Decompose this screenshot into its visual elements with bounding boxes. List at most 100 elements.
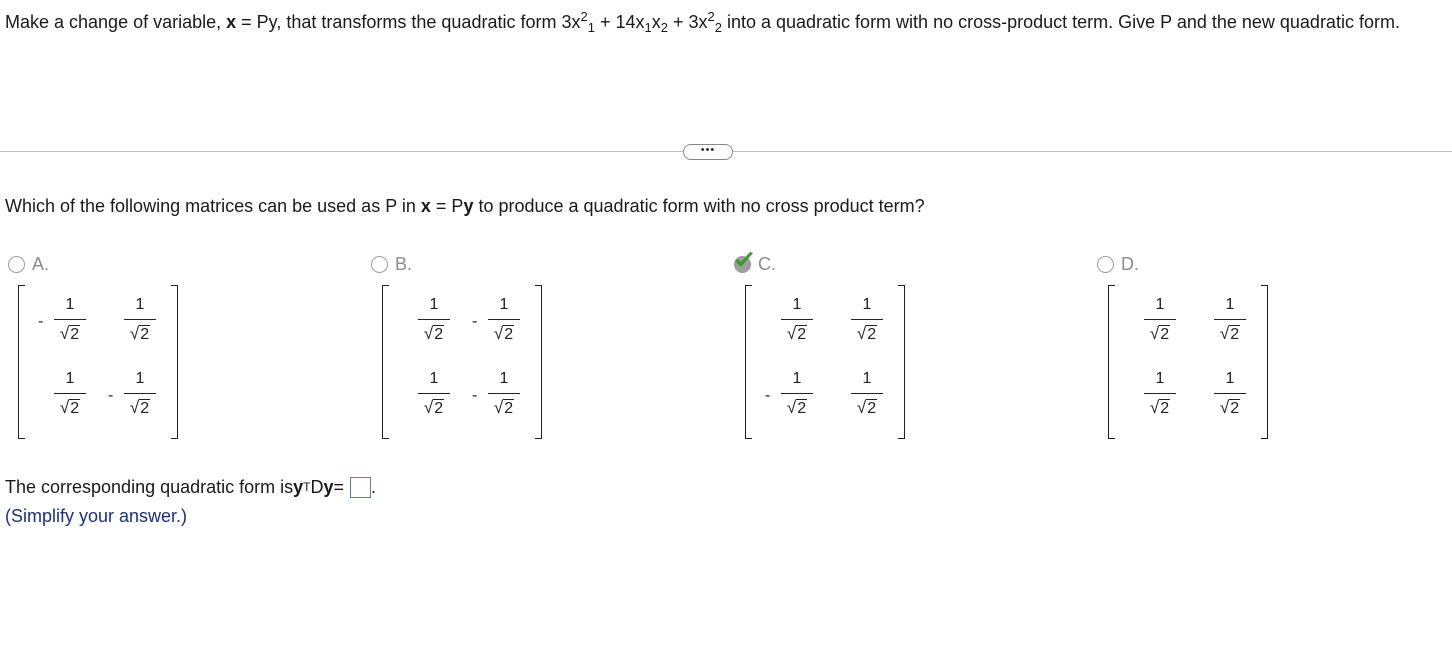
entry-denominator: √2 bbox=[423, 324, 445, 343]
option-label: A. bbox=[32, 253, 50, 274]
radio-button[interactable] bbox=[8, 255, 25, 273]
matrix-entry: 1 √2 bbox=[779, 295, 815, 345]
fraction-bar bbox=[54, 319, 86, 320]
entry-numerator: 1 bbox=[65, 296, 75, 313]
fraction-bar bbox=[488, 319, 520, 320]
entry-numerator: 1 bbox=[1225, 370, 1235, 387]
fraction-bar bbox=[54, 393, 86, 394]
var-x: x bbox=[226, 12, 237, 32]
matrix-entry: 1 √2 bbox=[849, 295, 885, 345]
fraction-bar bbox=[1214, 319, 1246, 320]
option-label: C. bbox=[758, 253, 776, 274]
entry-denominator: √2 bbox=[1149, 324, 1171, 343]
radio-button[interactable] bbox=[371, 255, 388, 273]
matrix-entry: 1 √2 bbox=[1142, 295, 1178, 345]
matrix-entry: - 1 √2 bbox=[472, 295, 522, 345]
fraction-bar bbox=[488, 393, 520, 394]
entry-numerator: 1 bbox=[862, 370, 872, 387]
matrix-entry: 1 √2 bbox=[122, 295, 158, 345]
radio-button[interactable] bbox=[1097, 255, 1114, 273]
answer-line: The corresponding quadratic form is yTDy… bbox=[5, 476, 377, 498]
radio-button[interactable] bbox=[734, 251, 753, 273]
entry-numerator: 1 bbox=[1155, 296, 1165, 313]
entry-denominator: √2 bbox=[129, 398, 151, 417]
matrix-b: 1 √2-1 √2 1 √2-1 √2 bbox=[382, 285, 542, 439]
entry-numerator: 1 bbox=[499, 296, 509, 313]
fraction-bar bbox=[1144, 393, 1176, 394]
option-c[interactable]: C. bbox=[734, 251, 776, 275]
right-bracket bbox=[535, 285, 542, 439]
fraction-bar bbox=[1214, 393, 1246, 394]
option-label: B. bbox=[395, 253, 413, 274]
entry-numerator: 1 bbox=[65, 370, 75, 387]
matrix-entry: 1 √2 bbox=[849, 369, 885, 419]
left-bracket bbox=[745, 285, 752, 439]
answer-input[interactable] bbox=[350, 476, 372, 498]
entry-denominator: √2 bbox=[856, 324, 878, 343]
option-a[interactable]: A. bbox=[8, 253, 49, 275]
matrix-entry: 1 √2 bbox=[416, 295, 452, 345]
matrix-a: -1 √2 1 √2 1 √2-1 √2 bbox=[18, 285, 178, 439]
option-b[interactable]: B. bbox=[371, 253, 412, 275]
fraction-bar bbox=[1144, 319, 1176, 320]
entry-denominator: √2 bbox=[423, 398, 445, 417]
fraction-bar bbox=[781, 393, 813, 394]
matrix-d: 1 √2 1 √2 1 √2 1 √2 bbox=[1108, 285, 1268, 439]
entry-numerator: 1 bbox=[792, 296, 802, 313]
entry-denominator: √2 bbox=[493, 324, 515, 343]
matrix-entry: - 1 √2 bbox=[38, 295, 88, 345]
simplify-hint: (Simplify your answer.) bbox=[5, 506, 188, 526]
fraction-bar bbox=[418, 393, 450, 394]
entry-sign: - bbox=[472, 313, 478, 330]
entry-numerator: 1 bbox=[1155, 370, 1165, 387]
fraction-bar bbox=[124, 393, 156, 394]
entry-denominator: √2 bbox=[59, 324, 81, 343]
entry-numerator: 1 bbox=[135, 296, 145, 313]
fraction-bar bbox=[418, 319, 450, 320]
right-bracket bbox=[1261, 285, 1268, 439]
fraction-bar bbox=[124, 319, 156, 320]
entry-numerator: 1 bbox=[429, 296, 439, 313]
left-bracket bbox=[1108, 285, 1115, 439]
matrix-entry: 1 √2 bbox=[416, 369, 452, 419]
entry-numerator: 1 bbox=[135, 370, 145, 387]
entry-denominator: √2 bbox=[856, 398, 878, 417]
entry-sign: - bbox=[765, 387, 771, 404]
matrix-c: 1 √2 1 √2-1 √2 1 √2 bbox=[745, 285, 905, 439]
correct-check-icon bbox=[735, 251, 753, 267]
fraction-bar bbox=[851, 319, 883, 320]
entry-numerator: 1 bbox=[1225, 296, 1235, 313]
entry-denominator: √2 bbox=[786, 324, 808, 343]
fraction-bar bbox=[781, 319, 813, 320]
entry-denominator: √2 bbox=[129, 324, 151, 343]
matrix-entry: 1 √2 bbox=[1212, 369, 1248, 419]
entry-numerator: 1 bbox=[499, 370, 509, 387]
right-bracket bbox=[171, 285, 178, 439]
entry-denominator: √2 bbox=[1149, 398, 1171, 417]
matrix-entry: 1 √2 bbox=[1212, 295, 1248, 345]
entry-sign: - bbox=[472, 387, 478, 404]
entry-denominator: √2 bbox=[1219, 398, 1241, 417]
entry-denominator: √2 bbox=[493, 398, 515, 417]
expand-more-button[interactable]: ••• bbox=[683, 144, 733, 160]
entry-numerator: 1 bbox=[862, 296, 872, 313]
entry-numerator: 1 bbox=[792, 370, 802, 387]
matrix-entry: 1 √2 bbox=[1142, 369, 1178, 419]
entry-sign: - bbox=[38, 313, 44, 330]
entry-denominator: √2 bbox=[59, 398, 81, 417]
subquestion-text: Which of the following matrices can be u… bbox=[5, 196, 925, 216]
entry-sign: - bbox=[108, 387, 114, 404]
matrix-entry: - 1 √2 bbox=[108, 369, 158, 419]
left-bracket bbox=[382, 285, 389, 439]
entry-denominator: √2 bbox=[786, 398, 808, 417]
question-text: Make a change of variable, x = Py, that … bbox=[5, 9, 1400, 35]
option-label: D. bbox=[1121, 253, 1139, 274]
matrix-entry: - 1 √2 bbox=[765, 369, 815, 419]
right-bracket bbox=[898, 285, 905, 439]
entry-denominator: √2 bbox=[1219, 324, 1241, 343]
option-d[interactable]: D. bbox=[1097, 253, 1139, 275]
left-bracket bbox=[18, 285, 25, 439]
entry-numerator: 1 bbox=[429, 370, 439, 387]
fraction-bar bbox=[851, 393, 883, 394]
matrix-entry: - 1 √2 bbox=[472, 369, 522, 419]
